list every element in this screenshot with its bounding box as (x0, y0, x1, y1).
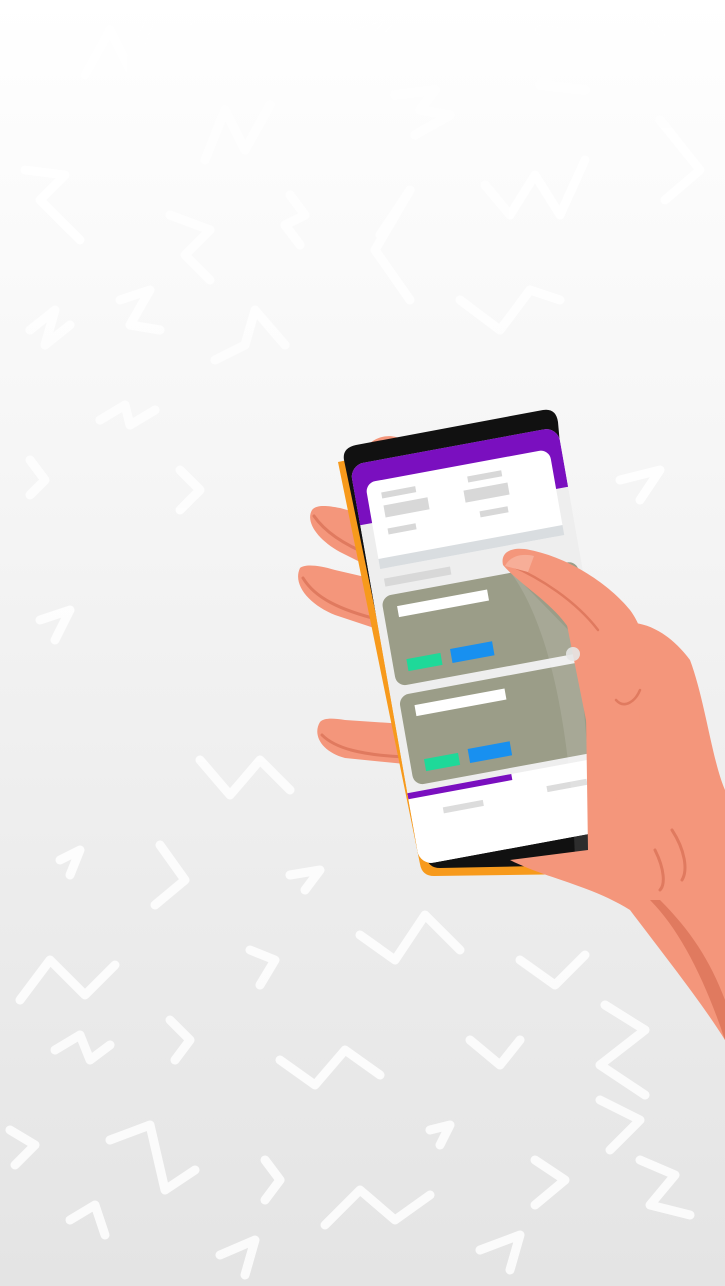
screen-dot-icon (566, 647, 580, 661)
hand-holding-phone-illustration (5, 5, 725, 1280)
